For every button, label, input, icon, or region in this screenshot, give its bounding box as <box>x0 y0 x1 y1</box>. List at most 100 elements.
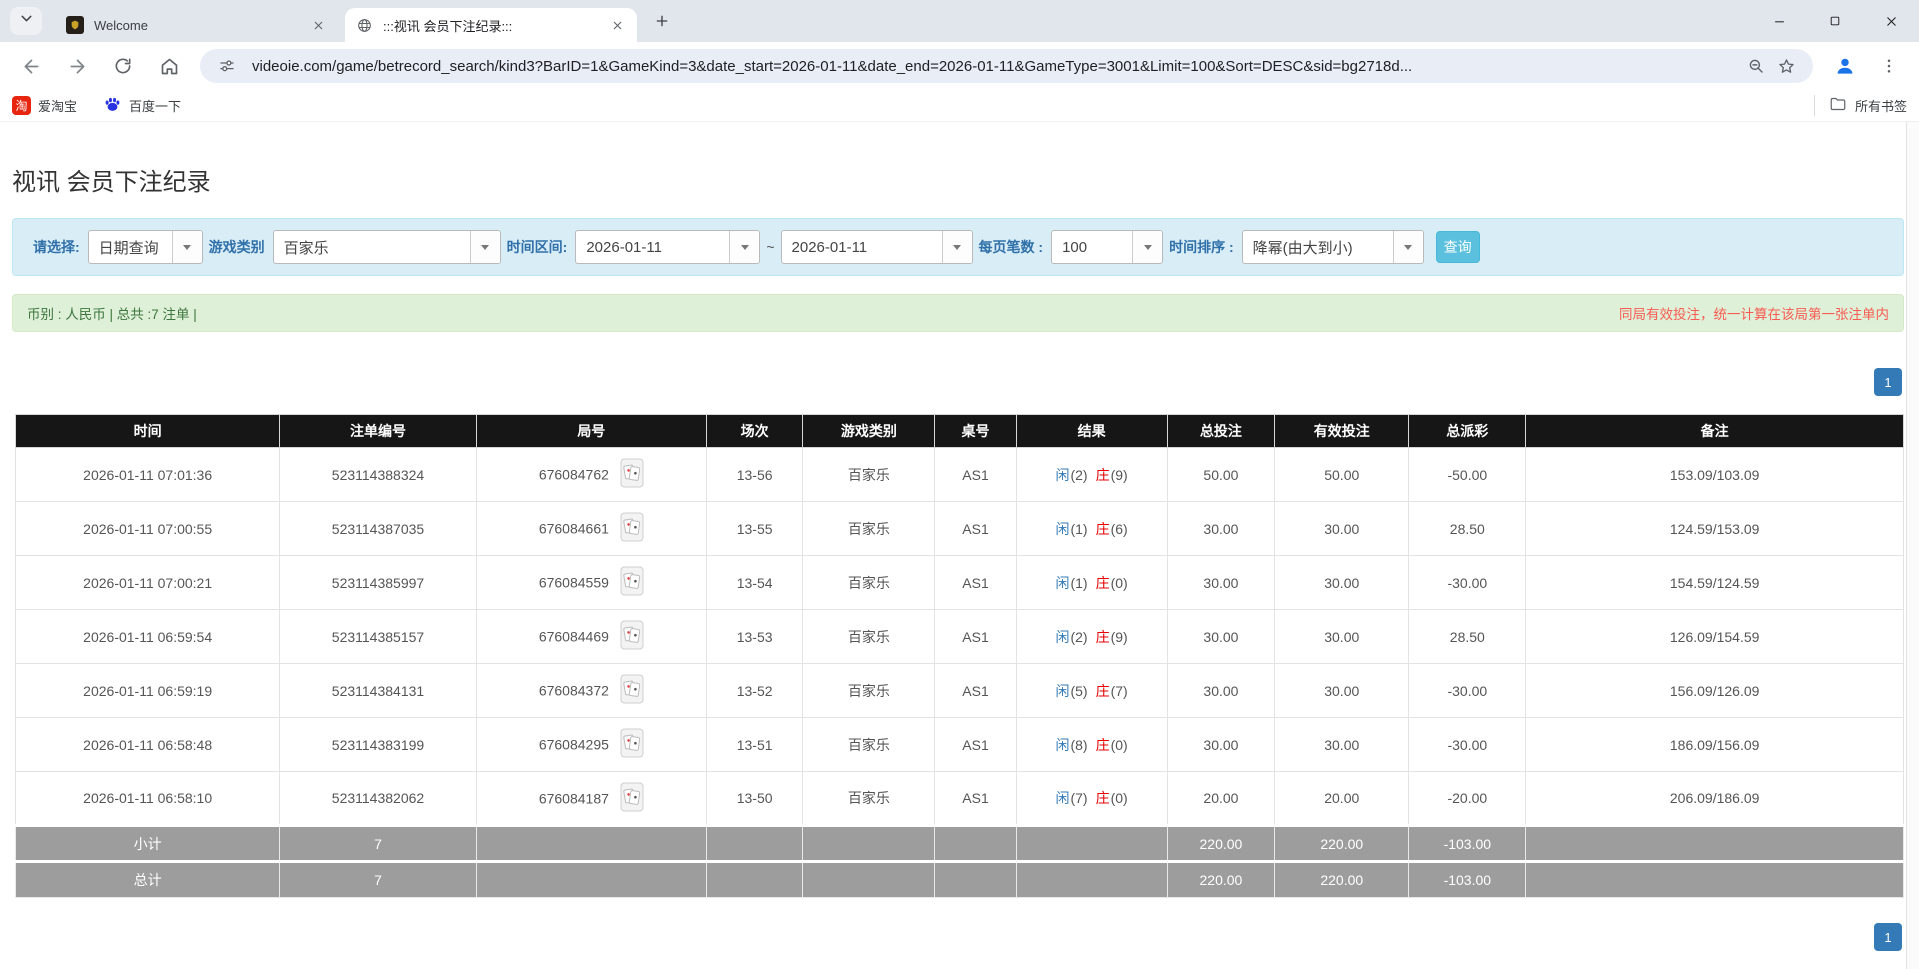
banker-points: (9) <box>1110 466 1128 483</box>
table-row: 2026-01-11 07:01:36 523114388324 6760847… <box>14 447 1904 502</box>
dropdown-arrow-icon[interactable] <box>171 231 202 263</box>
banker-points: (9) <box>1110 628 1128 645</box>
banker-label: 庄 <box>1095 574 1110 591</box>
new-tab-button[interactable] <box>648 9 676 37</box>
dropdown-arrow-icon[interactable] <box>941 231 972 263</box>
cell-game: 百家乐 <box>802 447 936 502</box>
forward-button[interactable] <box>59 48 95 84</box>
plus-icon <box>654 13 670 34</box>
game-result-card-icon[interactable] <box>620 458 644 491</box>
subtotal-payout: -103.00 <box>1408 825 1527 862</box>
col-bet-id: 注单编号 <box>279 414 477 448</box>
bookmark-star-icon[interactable] <box>1771 51 1801 81</box>
cell-bet-id: 523114388324 <box>279 447 477 502</box>
table-row: 2026-01-11 07:00:21 523114385997 6760845… <box>14 555 1904 610</box>
tab-betrecord[interactable]: :::视讯 会员下注纪录::: <box>345 8 637 42</box>
col-table-no: 桌号 <box>934 414 1017 448</box>
chevron-down-icon <box>18 10 35 32</box>
home-button[interactable] <box>151 48 187 84</box>
round-number: 676084295 <box>538 736 609 753</box>
close-tab-icon[interactable] <box>607 15 627 35</box>
game-result-card-icon[interactable] <box>620 728 644 761</box>
cell-time: 2026-01-11 06:58:10 <box>14 771 281 826</box>
banker-points: (0) <box>1110 736 1128 753</box>
maximize-button[interactable] <box>1807 0 1863 42</box>
date-start-select[interactable]: 2026-01-11 <box>575 230 761 264</box>
game-kind-select[interactable]: 百家乐 <box>272 230 501 264</box>
dropdown-arrow-icon[interactable] <box>1132 231 1163 263</box>
total-count: 7 <box>279 861 477 898</box>
arrow-right-icon <box>70 59 84 73</box>
col-total-bet: 总投注 <box>1166 414 1276 448</box>
pagination-page-1-top[interactable]: 1 <box>1874 368 1902 396</box>
game-result-card-icon[interactable] <box>620 512 644 545</box>
reload-button[interactable] <box>105 48 141 84</box>
cell-valid-bet: 30.00 <box>1274 717 1410 772</box>
url-bar[interactable]: videoie.com/game/betrecord_search/kind3?… <box>200 49 1813 83</box>
pagination-page-1-bottom[interactable]: 1 <box>1874 923 1902 951</box>
url-text[interactable]: videoie.com/game/betrecord_search/kind3?… <box>252 58 1741 75</box>
cell-session: 13-54 <box>705 555 804 610</box>
cell-result: 闲(1) 庄(0) <box>1015 555 1168 610</box>
all-bookmarks-label: 所有书签 <box>1854 99 1907 114</box>
sort-order-select[interactable]: 降幂(由大到小) <box>1241 230 1424 264</box>
cell-total-bet: 30.00 <box>1166 663 1276 718</box>
cell-total-bet: 30.00 <box>1166 501 1276 556</box>
bookmark-taobao[interactable]: 淘 爱淘宝 <box>12 96 77 115</box>
game-result-card-icon[interactable] <box>620 782 644 815</box>
game-result-card-icon[interactable] <box>620 674 644 707</box>
sort-order-value: 降幂(由大到小) <box>1252 239 1353 257</box>
date-end-select[interactable]: 2026-01-11 <box>780 230 973 264</box>
close-tab-icon[interactable] <box>308 15 328 35</box>
banker-label: 庄 <box>1095 628 1110 645</box>
currency-summary: 币别 : 人民币 | 总共 :7 注单 | <box>27 307 197 322</box>
per-page-select[interactable]: 100 <box>1051 230 1164 264</box>
dropdown-arrow-icon[interactable] <box>1392 231 1423 263</box>
filter-select-label: 请选择: <box>33 239 80 255</box>
search-button[interactable]: 查询 <box>1435 231 1480 263</box>
cell-session: 13-50 <box>705 771 804 826</box>
tab-search-button[interactable] <box>10 7 42 35</box>
cell-game: 百家乐 <box>802 717 936 772</box>
game-result-card-icon[interactable] <box>620 620 644 653</box>
close-window-button[interactable] <box>1863 0 1919 42</box>
col-session: 场次 <box>705 414 804 448</box>
back-button[interactable] <box>13 48 49 84</box>
dropdown-arrow-icon[interactable] <box>469 231 500 263</box>
page-scrollbar[interactable] <box>1906 122 1919 969</box>
all-bookmarks-button[interactable]: 所有书签 <box>1813 95 1907 116</box>
browser-menu-button[interactable] <box>1871 48 1907 84</box>
query-type-select[interactable]: 日期查询 <box>87 230 203 264</box>
player-points: (8) <box>1070 736 1088 753</box>
summary-notice: 同局有效投注，统一计算在该局第一张注单内 <box>1619 307 1889 322</box>
cell-note: 186.09/156.09 <box>1525 717 1904 772</box>
dropdown-arrow-icon[interactable] <box>729 231 760 263</box>
round-number: 676084661 <box>538 520 609 537</box>
zoom-icon[interactable] <box>1741 51 1771 81</box>
cell-time: 2026-01-11 06:59:19 <box>14 663 281 718</box>
reload-icon <box>115 58 131 74</box>
banker-points: (7) <box>1110 682 1128 699</box>
col-game: 游戏类别 <box>802 414 936 448</box>
cell-note: 154.59/124.59 <box>1525 555 1904 610</box>
banker-label: 庄 <box>1095 682 1110 699</box>
cell-time: 2026-01-11 07:00:21 <box>14 555 281 610</box>
round-number: 676084559 <box>538 574 609 591</box>
tab-welcome[interactable]: Welcome <box>56 8 338 42</box>
minimize-button[interactable] <box>1751 0 1807 42</box>
col-note: 备注 <box>1525 414 1904 448</box>
subtotal-total-bet: 220.00 <box>1166 825 1276 862</box>
game-result-card-icon[interactable] <box>620 566 644 599</box>
player-label: 闲 <box>1055 736 1070 753</box>
col-valid-bet: 有效投注 <box>1274 414 1410 448</box>
bookmark-baidu[interactable]: 百度一下 <box>103 95 181 117</box>
profile-button[interactable] <box>1827 48 1863 84</box>
cell-note: 206.09/186.09 <box>1525 771 1904 826</box>
three-dots-icon <box>1887 59 1891 73</box>
subtotal-valid-bet: 220.00 <box>1274 825 1410 862</box>
cell-result: 闲(2) 庄(9) <box>1015 447 1168 502</box>
site-settings-icon[interactable] <box>212 51 242 81</box>
player-points: (2) <box>1070 628 1088 645</box>
table-row: 2026-01-11 07:00:55 523114387035 6760846… <box>14 501 1904 556</box>
cell-result: 闲(2) 庄(9) <box>1015 609 1168 664</box>
